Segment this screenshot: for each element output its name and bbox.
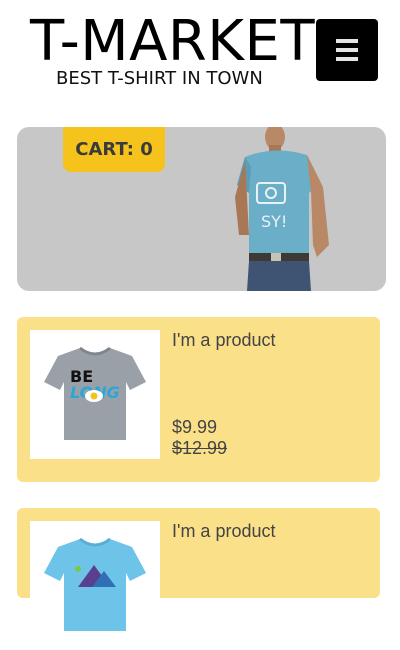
- product-name[interactable]: I'm a product: [172, 330, 275, 351]
- product-card[interactable]: BE LONG I'm a product $9.99 $12.99: [17, 317, 380, 482]
- svg-text:SY!: SY!: [261, 212, 287, 231]
- hamburger-menu-icon: [336, 39, 358, 61]
- product-card[interactable]: I'm a product: [17, 508, 380, 650]
- brand-title: T-MARKET: [30, 9, 316, 74]
- grey-tshirt-image: BE LONG: [44, 346, 146, 440]
- hero-banner: CART: 0 SY!: [17, 127, 386, 291]
- brand-tagline: BEST T-SHIRT IN TOWN: [56, 68, 263, 89]
- product-price: $9.99: [172, 417, 218, 437]
- price-block: $9.99 $12.99: [172, 417, 227, 459]
- product-image[interactable]: BE LONG: [30, 330, 160, 459]
- blue-tshirt-image: [44, 537, 146, 631]
- product-name[interactable]: I'm a product: [172, 521, 275, 542]
- hero-model-image: SY!: [235, 127, 329, 291]
- product-image[interactable]: [30, 521, 160, 650]
- menu-button[interactable]: [316, 19, 378, 81]
- product-original-price: $12.99: [172, 438, 228, 458]
- cart-button[interactable]: CART: 0: [63, 127, 165, 172]
